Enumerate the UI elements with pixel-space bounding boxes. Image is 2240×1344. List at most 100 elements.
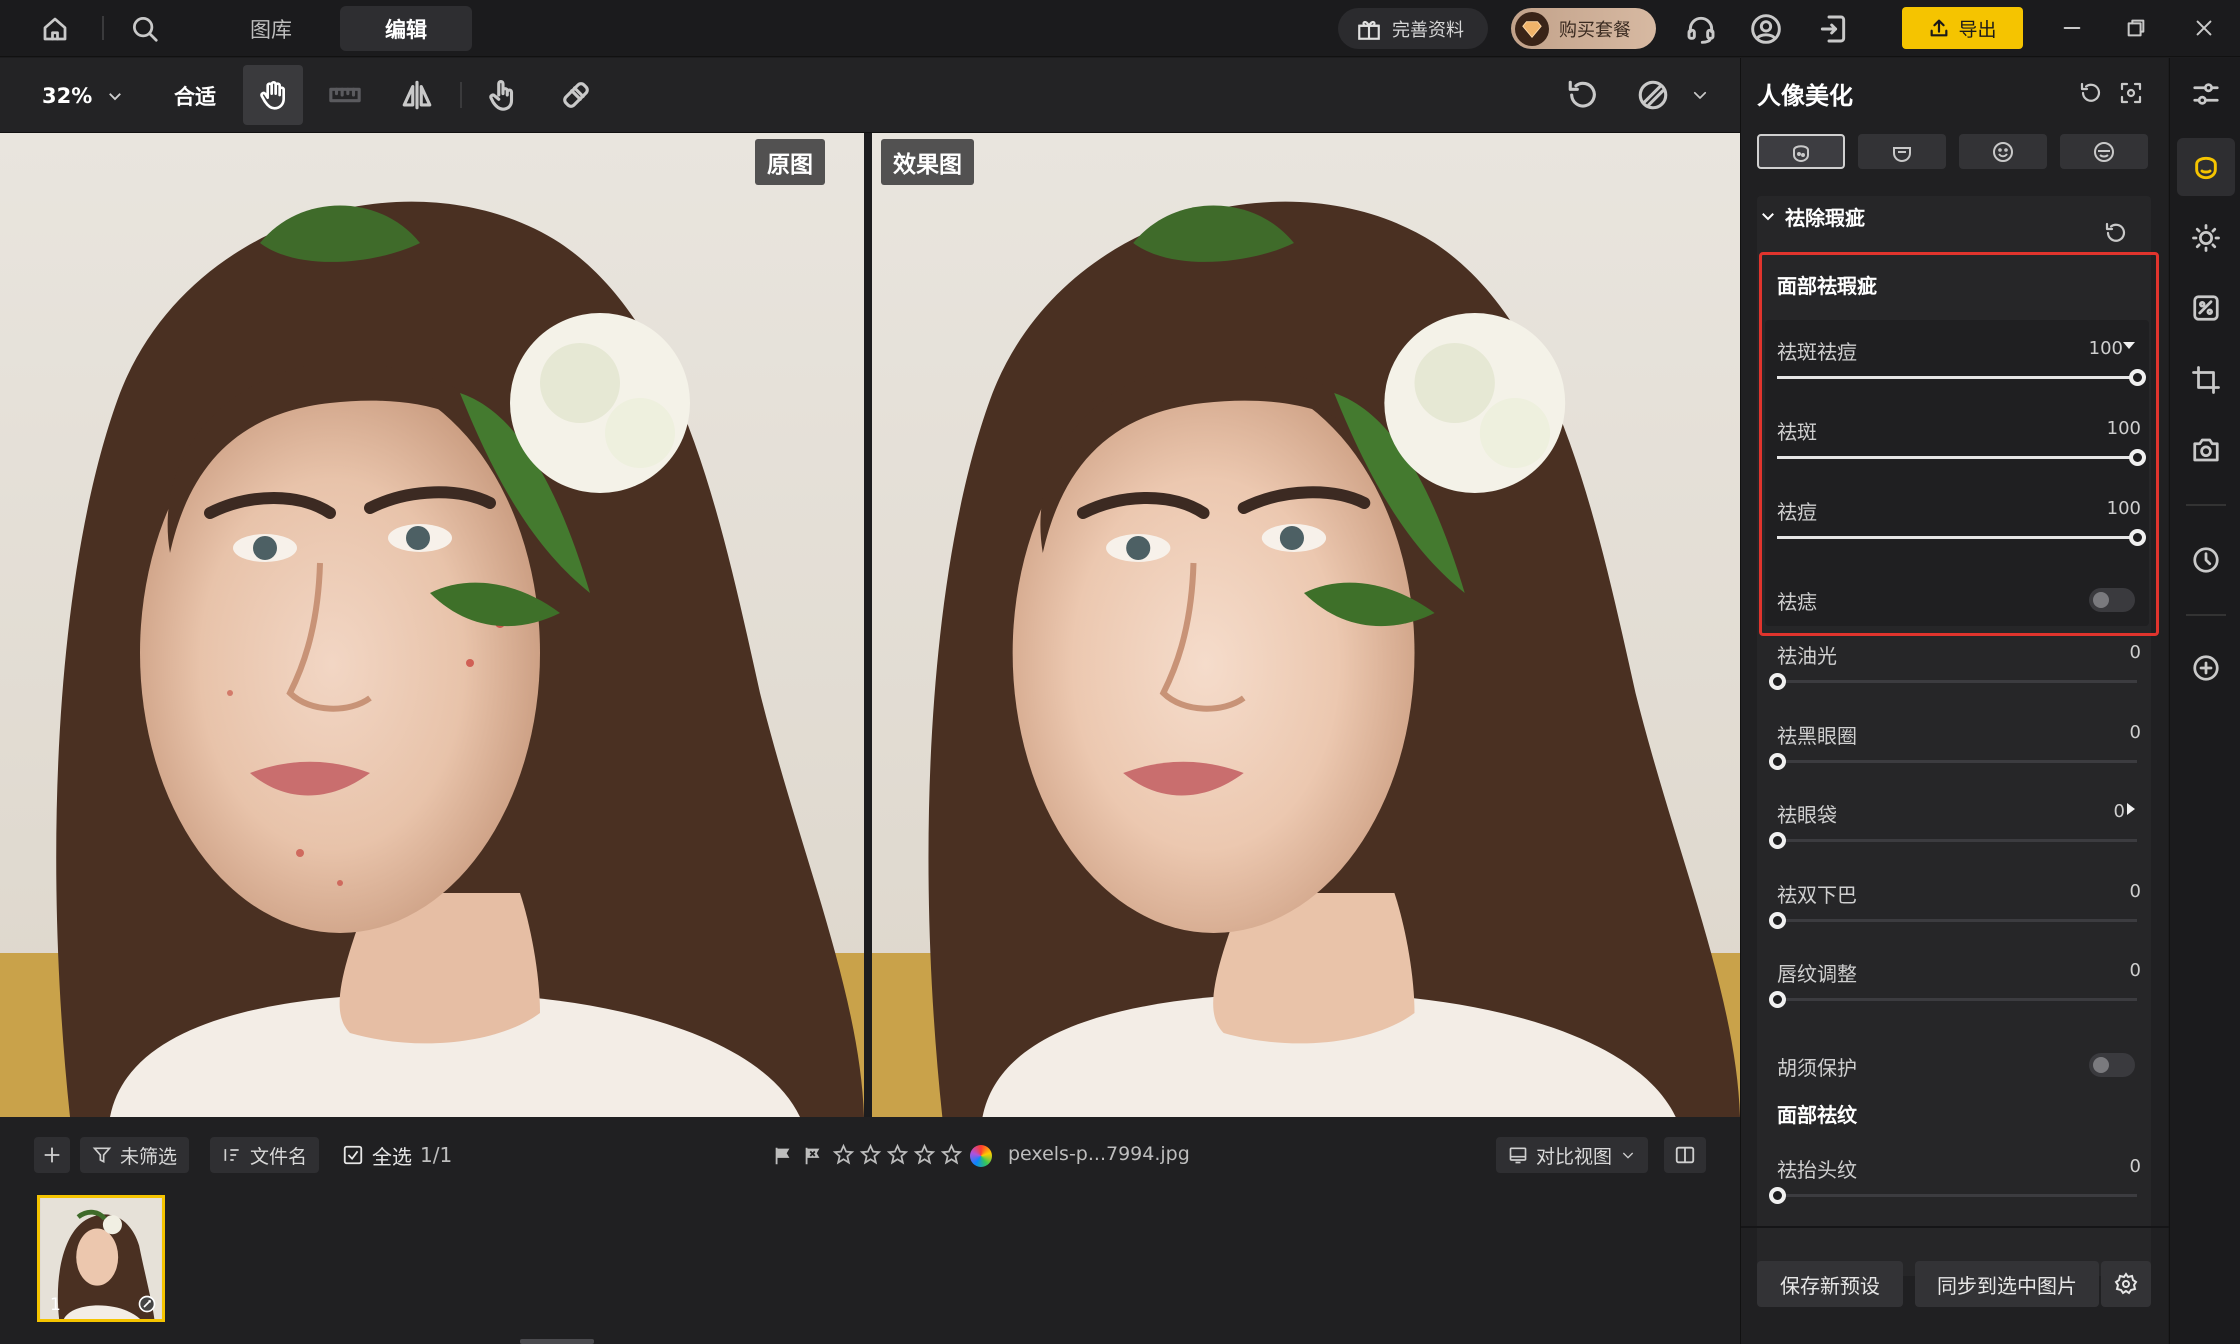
slider-handle[interactable] (1769, 832, 1786, 849)
caret-down-icon[interactable] (2123, 342, 2135, 349)
save-preset-button[interactable]: 保存新预设 (1757, 1261, 1903, 1307)
slider-track[interactable] (1777, 1194, 2137, 1197)
sync-selected-button[interactable]: 同步到选中图片 (1915, 1261, 2099, 1307)
star-icon[interactable] (886, 1143, 909, 1166)
hand-icon (257, 79, 289, 111)
portrait-beauty-tool[interactable] (2177, 138, 2235, 196)
history-icon[interactable] (2186, 540, 2226, 580)
headset-icon[interactable] (1683, 11, 1719, 47)
slider-value[interactable]: 0 (2081, 722, 2141, 743)
panel-reset-icon[interactable] (2076, 78, 2106, 108)
slider-handle[interactable] (2129, 529, 2146, 546)
crop-icon[interactable] (2186, 360, 2226, 400)
hand-tool-button[interactable] (243, 65, 303, 125)
sun-icon[interactable] (2186, 218, 2226, 258)
slider-handle[interactable] (1769, 752, 1786, 770)
star-icon[interactable] (859, 1143, 882, 1166)
complete-profile-button[interactable]: 完善资料 (1338, 8, 1488, 49)
view-mode-select[interactable]: 对比视图 (1496, 1137, 1649, 1173)
search-icon[interactable] (128, 12, 162, 46)
add-button[interactable] (34, 1137, 70, 1173)
tab-edit[interactable]: 编辑 (340, 6, 472, 51)
tab-features[interactable] (1959, 134, 2047, 169)
ruler-icon[interactable] (325, 75, 365, 115)
tab-makeup[interactable] (2060, 134, 2148, 169)
slider-handle[interactable] (2129, 449, 2146, 466)
slider-fill (1777, 376, 2137, 379)
tab-library[interactable]: 图库 (236, 6, 306, 51)
result-photo[interactable]: 效果图 (872, 133, 1740, 1117)
reset-icon[interactable] (1563, 75, 1603, 115)
slider-label: 祛黑眼圈 (1777, 723, 1857, 748)
slider-value[interactable]: 0 (2081, 881, 2141, 902)
slider-value[interactable]: 100 (2063, 338, 2123, 359)
compare-mask-icon[interactable] (1633, 75, 1673, 115)
edited-badge-icon (138, 1295, 156, 1313)
slider-track[interactable] (1777, 839, 2137, 842)
slider-label: 祛双下巴 (1777, 882, 1857, 907)
slider-track[interactable] (1777, 759, 2137, 763)
original-photo[interactable]: 原图 (0, 133, 864, 1117)
sort-button[interactable]: 文件名 (210, 1137, 320, 1173)
mole-toggle[interactable] (2089, 588, 2135, 612)
close-icon[interactable] (2188, 12, 2220, 44)
fit-button[interactable]: 合适 (174, 58, 216, 133)
slider-value[interactable]: 0 (2081, 960, 2141, 981)
home-icon[interactable] (38, 12, 72, 46)
star-icon[interactable] (940, 1143, 963, 1166)
color-label-icon[interactable] (970, 1145, 992, 1167)
complete-profile-label: 完善资料 (1392, 19, 1464, 41)
thumbnail[interactable]: 1 (37, 1195, 165, 1322)
slider-handle[interactable] (2129, 369, 2146, 386)
star-icon[interactable] (832, 1143, 855, 1166)
section-title: 祛除瑕疵 (1785, 205, 1865, 230)
slider-handle[interactable] (1769, 673, 1786, 690)
slider-track[interactable] (1777, 918, 2137, 922)
star-rating[interactable] (832, 1143, 967, 1166)
caret-right-icon[interactable] (2127, 803, 2135, 815)
slider-handle[interactable] (1769, 1187, 1786, 1204)
face-scan-icon[interactable] (2116, 78, 2146, 108)
zoom-select[interactable]: 32% (42, 58, 124, 133)
slider-track[interactable] (1777, 680, 2137, 683)
buy-package-button[interactable]: 购买套餐 (1511, 8, 1656, 49)
flip-icon[interactable] (397, 75, 437, 115)
face-shape-icon (1890, 140, 1914, 164)
section-header[interactable]: 祛除瑕疵 (1759, 196, 2149, 236)
restore-icon[interactable] (2120, 12, 2152, 44)
slider-label: 唇纹调整 (1777, 962, 1857, 986)
slider-value[interactable]: 100 (2081, 498, 2141, 519)
slider-value[interactable]: 100 (2081, 418, 2141, 439)
slider-value[interactable]: 0 (2081, 642, 2141, 663)
split-view-button[interactable] (1664, 1137, 1706, 1173)
flag-reject-icon[interactable] (802, 1145, 824, 1167)
user-icon[interactable] (1748, 11, 1784, 47)
slider-value[interactable]: 0 (2081, 1156, 2141, 1177)
section-reset-icon[interactable] (2101, 218, 2131, 248)
group-title-face-blemish: 面部祛瑕疵 (1777, 274, 1877, 298)
settings-button[interactable] (2101, 1261, 2151, 1307)
beard-toggle[interactable] (2089, 1053, 2135, 1077)
slider-track[interactable] (1777, 998, 2137, 1001)
filter-button[interactable]: 未筛选 (80, 1137, 190, 1173)
tab-face-shape[interactable] (1858, 134, 1946, 169)
select-all[interactable]: 全选 1/1 (342, 1137, 452, 1173)
camera-icon[interactable] (2186, 430, 2226, 470)
tab-blemish[interactable] (1757, 134, 1845, 169)
sign-out-icon[interactable] (1815, 11, 1851, 47)
eraser-icon[interactable] (556, 75, 596, 115)
pointer-hand-icon[interactable] (483, 75, 523, 115)
add-circle-icon[interactable] (2186, 648, 2226, 688)
slider-value[interactable]: 0 (2065, 801, 2125, 822)
adjust-sliders-icon[interactable] (2186, 74, 2226, 114)
slider-handle[interactable] (1769, 911, 1786, 929)
image-adjust-icon[interactable] (2186, 288, 2226, 328)
flag-accept-icon[interactable] (772, 1145, 794, 1167)
slider-fill (1777, 536, 2137, 539)
export-button[interactable]: 导出 (1902, 7, 2023, 49)
face-beauty-icon (2190, 151, 2222, 183)
star-icon[interactable] (913, 1143, 936, 1166)
minimize-icon[interactable] (2056, 12, 2088, 44)
chevron-down-icon[interactable] (1685, 80, 1715, 110)
slider-handle[interactable] (1769, 991, 1786, 1008)
